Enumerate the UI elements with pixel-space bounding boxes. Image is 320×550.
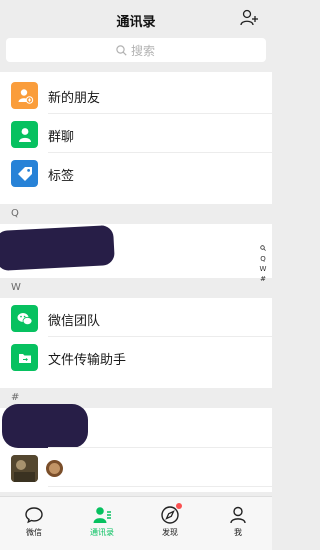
tab-label: 我: [234, 528, 242, 537]
contact-name: 文件传输助手: [48, 353, 127, 368]
tab-label: 微信: [26, 528, 42, 537]
contact-list[interactable]: 新的朋友 群聊 标签 Q W 微信团队 文件传输助手 #: [0, 72, 272, 492]
section-header-w: W: [0, 278, 272, 298]
folder-icon: [11, 344, 38, 371]
contacts-icon: [93, 507, 111, 523]
new-friends-label: 新的朋友: [48, 91, 101, 106]
donut-emoji: [46, 460, 63, 477]
contact-row[interactable]: [0, 224, 272, 272]
chat-bubble-icon: [25, 507, 43, 524]
tab-discover[interactable]: 发现: [136, 497, 204, 550]
group-chats-label: 群聊: [48, 130, 75, 145]
section-letter: #: [11, 392, 20, 403]
person-icon: [230, 506, 246, 524]
section-letter: W: [11, 282, 21, 293]
add-friend-icon[interactable]: [240, 9, 260, 27]
tab-bar: 微信 通讯录 发现 我: [0, 496, 272, 550]
page-title: 通讯录: [116, 15, 156, 30]
group-chats-item[interactable]: 群聊: [0, 114, 272, 153]
tab-chats[interactable]: 微信: [0, 497, 68, 550]
contact-name: 微信团队: [48, 314, 101, 329]
search-icon: [116, 44, 127, 56]
new-friends-icon: [11, 82, 38, 109]
tags-label: 标签: [48, 169, 75, 184]
group-chat-icon: [11, 121, 38, 148]
contact-row[interactable]: [0, 487, 272, 492]
tab-me[interactable]: 我: [204, 497, 272, 550]
contact-row-file-transfer[interactable]: 文件传输助手: [0, 337, 272, 376]
tags-item[interactable]: 标签: [0, 153, 272, 192]
avatar: [11, 455, 38, 482]
tab-contacts[interactable]: 通讯录: [68, 497, 136, 550]
tab-label: 通讯录: [90, 528, 114, 537]
tab-label: 发现: [162, 528, 178, 537]
section-letter: Q: [11, 208, 19, 219]
index-letter[interactable]: #: [260, 274, 266, 284]
search-input[interactable]: 搜索: [6, 38, 266, 62]
tag-icon: [11, 160, 38, 187]
nav-bar: 通讯录: [0, 0, 272, 38]
contact-row-wechat-team[interactable]: 微信团队: [0, 298, 272, 337]
index-letter[interactable]: Q: [260, 254, 266, 264]
contact-row[interactable]: [0, 404, 272, 448]
new-friends-item[interactable]: 新的朋友: [0, 75, 272, 114]
section-header-q: Q: [0, 204, 272, 224]
redacted-contact: [0, 224, 115, 272]
wechat-logo-icon: [11, 305, 38, 332]
contact-row[interactable]: [0, 448, 272, 487]
index-search-icon[interactable]: [260, 244, 266, 254]
redacted-contact: [2, 404, 88, 448]
index-letter[interactable]: W: [260, 264, 267, 274]
notification-dot: [176, 503, 182, 509]
search-placeholder: 搜索: [131, 43, 156, 58]
alphabet-index[interactable]: Q W #: [258, 244, 268, 284]
